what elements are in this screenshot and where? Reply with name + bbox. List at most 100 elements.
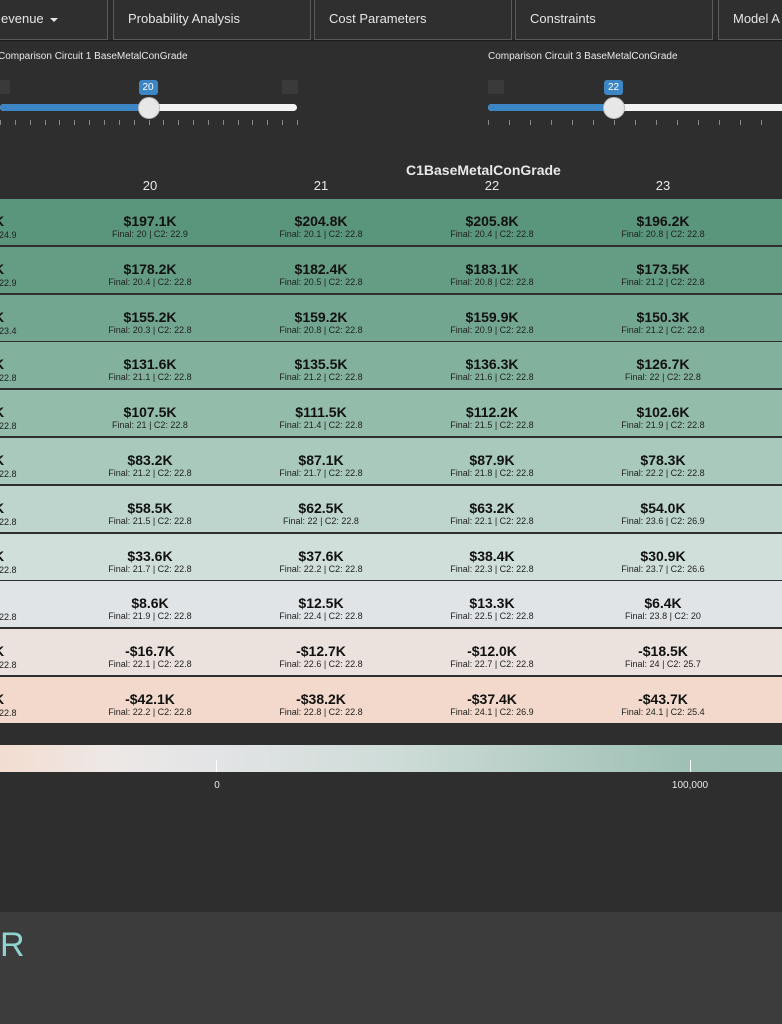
color-scale-legend bbox=[0, 745, 782, 772]
slider-tick bbox=[0, 120, 1, 125]
cell-subtext: Final: 22.6 | C2: 22.8 bbox=[279, 659, 363, 670]
cell-subtext: Final: 20 | C2: 22.9 bbox=[112, 229, 188, 239]
cell-value: K bbox=[0, 261, 4, 277]
heatmap-cell: -$37.4K Final: 24.1 | C2: 26.9 bbox=[407, 677, 578, 723]
heatmap-x-axis-title: C1BaseMetalConGrade bbox=[406, 162, 561, 178]
cell-value: $54.0K bbox=[640, 499, 686, 516]
slider-tick bbox=[193, 120, 195, 125]
heatmap-cell: $135.5K Final: 21.2 | C2: 22.8 bbox=[236, 342, 407, 388]
heatmap-cell-partial: K: 22.9 bbox=[0, 247, 64, 293]
heatmap-row: K: 22.8$107.5KFinal: 21 | C2: 22.8$111.5… bbox=[0, 390, 782, 437]
cell-subtext: Final: 21.2 | C2: 22.8 bbox=[621, 324, 705, 335]
slider-min-label bbox=[0, 80, 10, 94]
cell-subtext: Final: 21.7 | C2: 22.8 bbox=[279, 468, 363, 478]
heatmap-cell: $173.5K Final: 21.2 | C2: 22.8 bbox=[578, 247, 749, 293]
cell-subtext: Final: 22.5 | C2: 22.8 bbox=[450, 611, 534, 622]
cell-value: $126.7K bbox=[636, 356, 690, 373]
slider-tick bbox=[118, 120, 120, 125]
cell-subtext: Final: 23.7 | C2: 26.6 bbox=[621, 563, 705, 574]
cell-subtext: Final: 21.9 | C2: 22.8 bbox=[621, 420, 705, 431]
cell-subtext: Final: 22 | C2: 22.8 bbox=[283, 515, 359, 526]
circuit3-slider-ticks bbox=[488, 120, 782, 140]
cell-value: $111.5K bbox=[295, 404, 347, 421]
slider-tick bbox=[44, 120, 46, 125]
cell-value: $58.5K bbox=[127, 499, 173, 516]
tab-label: Probability Analysis bbox=[128, 11, 240, 26]
heatmap-cell: $8.6K Final: 21.9 | C2: 22.8 bbox=[65, 581, 236, 627]
slider-tick bbox=[740, 120, 741, 125]
circuit1-slider-handle[interactable] bbox=[137, 97, 160, 119]
slider-tick bbox=[252, 120, 254, 125]
heatmap-cell-partial: K: 24.9 bbox=[0, 199, 64, 245]
cell-subtext: Final: 22.1 | C2: 22.8 bbox=[450, 515, 534, 526]
circuit3-slider-label: Comparison Circuit 3 BaseMetalConGrade bbox=[488, 51, 678, 62]
cell-subtext: Final: 22.8 | C2: 22.8 bbox=[279, 707, 363, 717]
slider-tick bbox=[74, 120, 76, 125]
cell-subtext: Final: 21.4 | C2: 22.8 bbox=[279, 420, 363, 431]
tab-cost-parameters[interactable]: Cost Parameters bbox=[314, 0, 512, 40]
heatmap-row: K: 22.8$131.6KFinal: 21.1 | C2: 22.8$135… bbox=[0, 342, 782, 389]
heatmap-cell-partial: K: 22.8 bbox=[0, 438, 64, 484]
heatmap-cell: -$42.1K Final: 22.2 | C2: 22.8 bbox=[65, 677, 236, 723]
heatmap-cell: $33.6K Final: 21.7 | C2: 22.8 bbox=[65, 534, 236, 580]
slider-tick bbox=[89, 120, 91, 125]
heatmap-cell: -$18.5K Final: 24 | C2: 25.7 bbox=[578, 629, 749, 675]
heatmap-cell: $37.6K Final: 22.2 | C2: 22.8 bbox=[236, 534, 407, 580]
heatmap-row: K: 22.8-$16.7KFinal: 22.1 | C2: 22.8-$12… bbox=[0, 629, 782, 676]
cell-value: $135.5K bbox=[294, 356, 348, 373]
cell-value: $12.5K bbox=[298, 595, 344, 612]
cell-value: $204.8K bbox=[294, 213, 348, 229]
slider-tick bbox=[656, 120, 657, 125]
circuit1-slider-value: 20 bbox=[138, 80, 158, 95]
cell-subtext: Final: 21.9 | C2: 22.8 bbox=[108, 611, 192, 622]
heatmap-cell-partial: K: 22.8 bbox=[0, 486, 64, 532]
cell-subtext: Final: 22 | C2: 22.8 bbox=[625, 372, 701, 383]
tab-model-analysis[interactable]: Model A bbox=[718, 0, 782, 40]
heatmap-cell: $12.5K Final: 22.4 | C2: 22.8 bbox=[236, 581, 407, 627]
cell-subtext: Final: 22.1 | C2: 22.8 bbox=[108, 659, 192, 670]
heatmap-cell: $159.9K Final: 20.9 | C2: 22.8 bbox=[407, 295, 578, 341]
cell-subtext: : 22.8 bbox=[0, 564, 17, 575]
cell-subtext: Final: 21.2 | C2: 22.8 bbox=[108, 468, 192, 478]
tab-probability-analysis[interactable]: Probability Analysis bbox=[113, 0, 311, 40]
cell-value: $38.4K bbox=[469, 547, 515, 564]
cell-subtext: Final: 24 | C2: 25.7 bbox=[625, 659, 701, 670]
cell-value: -$12.0K bbox=[467, 643, 517, 660]
slider-tick bbox=[14, 120, 16, 125]
heatmap-row: : 22.8$8.6KFinal: 21.9 | C2: 22.8$12.5KF… bbox=[0, 581, 782, 628]
cell-subtext: Final: 23.6 | C2: 26.9 bbox=[621, 515, 705, 526]
tab-revenue-dropdown[interactable]: evenue bbox=[0, 0, 108, 40]
heatmap-cell: -$16.7K Final: 22.1 | C2: 22.8 bbox=[65, 629, 236, 675]
heatmap-row: K: 22.8$33.6KFinal: 21.7 | C2: 22.8$37.6… bbox=[0, 533, 782, 580]
column-header: 21 bbox=[313, 178, 329, 193]
footer bbox=[0, 912, 782, 1024]
heatmap-cell: $87.9K Final: 21.8 | C2: 22.8 bbox=[407, 438, 578, 484]
cell-value: $159.9K bbox=[465, 308, 519, 325]
top-nav: evenue Probability Analysis Cost Paramet… bbox=[0, 0, 782, 41]
cell-value: $150.3K bbox=[636, 308, 690, 325]
circuit3-slider-value: 22 bbox=[604, 80, 624, 95]
cell-subtext: Final: 21.6 | C2: 22.8 bbox=[450, 372, 534, 383]
slider-tick bbox=[237, 120, 239, 125]
cell-value: $63.2K bbox=[469, 499, 515, 516]
cell-value: $13.3K bbox=[469, 595, 515, 612]
heatmap-cell: $58.5K Final: 21.5 | C2: 22.8 bbox=[65, 486, 236, 532]
heatmap-cell-partial: K: 22.8 bbox=[0, 342, 64, 388]
heatmap-cell: $30.9K Final: 23.7 | C2: 26.6 bbox=[578, 534, 749, 580]
circuit3-slider-handle[interactable] bbox=[603, 97, 625, 119]
slider-tick bbox=[614, 120, 615, 125]
cell-subtext: : 22.8 bbox=[0, 660, 17, 671]
cell-subtext: Final: 20.1 | C2: 22.8 bbox=[279, 229, 363, 239]
heatmap-cell: $197.1K Final: 20 | C2: 22.9 bbox=[65, 199, 236, 245]
slider-tick bbox=[207, 120, 209, 125]
heatmap-cell: $159.2K Final: 20.8 | C2: 22.8 bbox=[236, 295, 407, 341]
slider-tick bbox=[593, 120, 594, 125]
legend-label: 0 bbox=[214, 780, 220, 791]
cell-subtext: Final: 21.8 | C2: 22.8 bbox=[450, 468, 534, 478]
heatmap-cell: $63.2K Final: 22.1 | C2: 22.8 bbox=[407, 486, 578, 532]
heatmap-cell-partial: K: 22.8 bbox=[0, 390, 64, 436]
cell-subtext: Final: 22.7 | C2: 22.8 bbox=[450, 659, 534, 670]
cell-value: -$37.4K bbox=[467, 691, 517, 707]
cell-value: $173.5K bbox=[636, 260, 690, 277]
tab-constraints[interactable]: Constraints bbox=[515, 0, 713, 40]
